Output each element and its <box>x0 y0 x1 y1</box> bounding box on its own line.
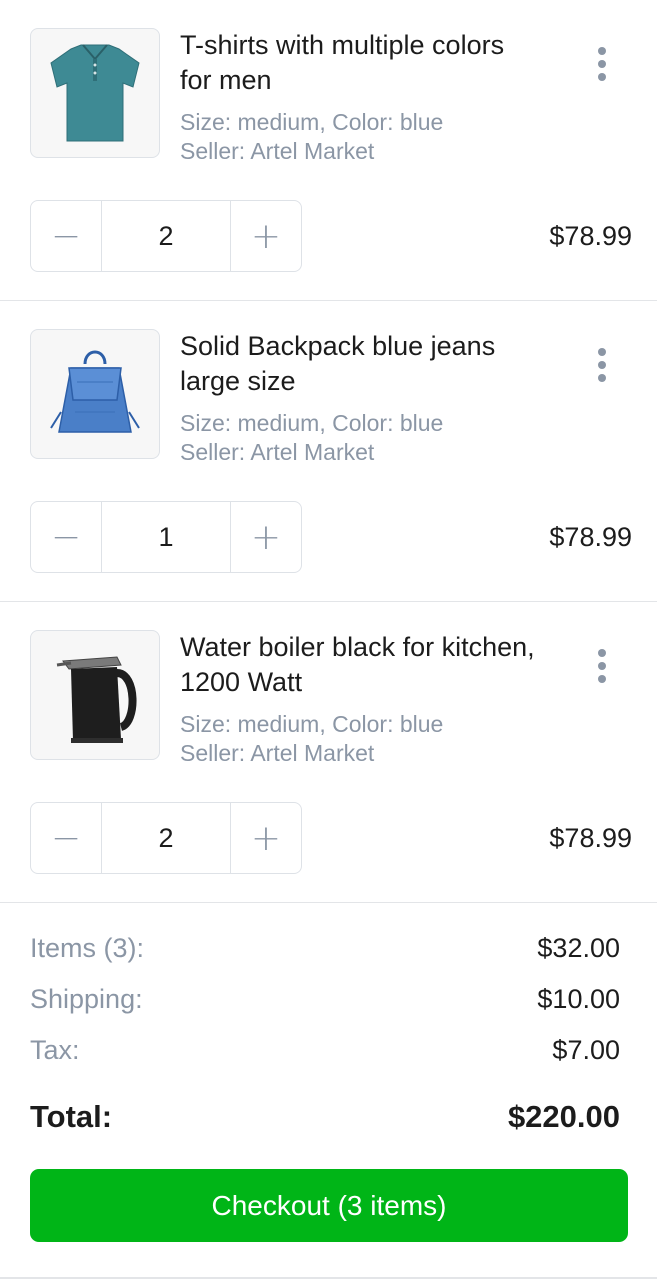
product-seller: Seller: Artel Market <box>180 740 375 766</box>
shipping-value: $10.00 <box>537 984 620 1014</box>
items-subtotal-label: Items (3): <box>30 933 145 963</box>
cart-screen: T-shirts with multiple colors for men Si… <box>0 0 657 1280</box>
product-size-color: Size: medium, Color: blue <box>180 109 444 135</box>
items-subtotal-value: $32.00 <box>537 933 620 963</box>
cart-item: T-shirts with multiple colors for men Si… <box>0 0 657 301</box>
backpack-icon <box>50 350 140 433</box>
total-row: Total: $220.00 <box>30 1099 620 1135</box>
order-summary: Items (3): $32.00 Shipping: $10.00 Tax: … <box>0 903 657 1280</box>
quantity-value[interactable]: 2 <box>102 803 230 873</box>
quantity-stepper: − 2 + <box>30 200 302 272</box>
total-label: Total: <box>30 1099 113 1134</box>
tax-row: Tax: $7.00 <box>30 1035 620 1066</box>
polo-shirt-image[interactable] <box>30 28 160 158</box>
quantity-value[interactable]: 2 <box>102 201 230 271</box>
more-options-icon[interactable] <box>580 42 624 86</box>
backpack-image[interactable] <box>30 329 160 459</box>
product-seller: Seller: Artel Market <box>180 439 375 465</box>
increase-quantity-button[interactable]: + <box>230 502 301 572</box>
product-size-color: Size: medium, Color: blue <box>180 711 444 737</box>
cart-item: Water boiler black for kitchen, 1200 Wat… <box>0 602 657 903</box>
shipping-row: Shipping: $10.00 <box>30 984 620 1015</box>
more-options-icon[interactable] <box>580 644 624 688</box>
item-price: $78.99 <box>549 522 632 552</box>
more-options-icon[interactable] <box>580 343 624 387</box>
product-title[interactable]: Water boiler black for kitchen, 1200 Wat… <box>180 630 540 700</box>
quantity-value[interactable]: 1 <box>102 502 230 572</box>
decrease-quantity-button[interactable]: − <box>31 803 102 873</box>
increase-quantity-button[interactable]: + <box>230 803 301 873</box>
item-price: $78.99 <box>549 221 632 251</box>
quantity-stepper: − 2 + <box>30 802 302 874</box>
product-title[interactable]: T-shirts with multiple colors for men <box>180 28 540 98</box>
kettle-image[interactable] <box>30 630 160 760</box>
items-subtotal-row: Items (3): $32.00 <box>30 933 620 964</box>
total-value: $220.00 <box>507 1099 620 1134</box>
shipping-label: Shipping: <box>30 984 143 1014</box>
increase-quantity-button[interactable]: + <box>230 201 301 271</box>
product-title[interactable]: Solid Backpack blue jeans large size <box>180 329 540 399</box>
decrease-quantity-button[interactable]: − <box>31 201 102 271</box>
product-size-color: Size: medium, Color: blue <box>180 410 444 436</box>
checkout-button[interactable]: Checkout (3 items) <box>30 1169 628 1242</box>
decrease-quantity-button[interactable]: − <box>31 502 102 572</box>
item-price: $78.99 <box>549 823 632 853</box>
product-seller: Seller: Artel Market <box>180 138 375 164</box>
divider <box>0 1277 657 1279</box>
polo-shirt-icon <box>50 44 140 142</box>
kettle-icon <box>56 656 137 743</box>
tax-value: $7.00 <box>552 1035 620 1065</box>
tax-label: Tax: <box>30 1035 80 1065</box>
quantity-stepper: − 1 + <box>30 501 302 573</box>
cart-item: Solid Backpack blue jeans large size Siz… <box>0 301 657 602</box>
